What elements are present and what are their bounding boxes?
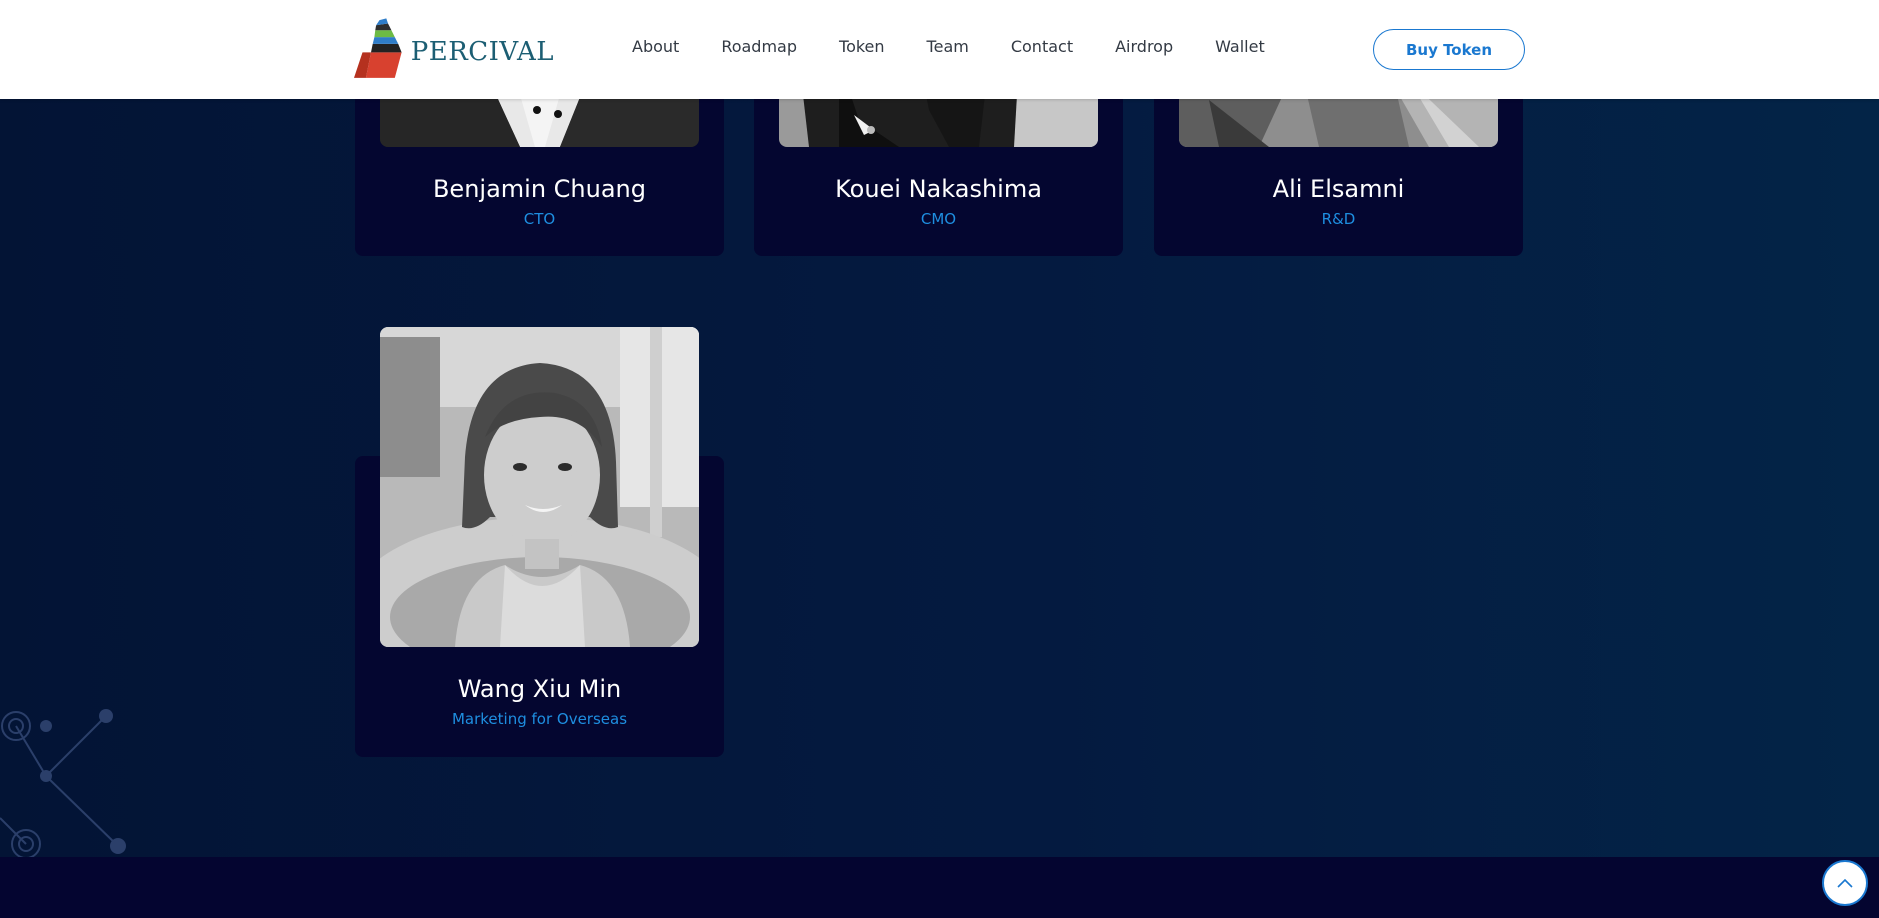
member-role: CTO <box>523 210 556 228</box>
member-name: Benjamin Chuang <box>432 175 647 203</box>
member-photo <box>380 327 699 647</box>
site-header: PERCIVAL About Roadmap Token Team Contac… <box>0 0 1879 99</box>
percival-logo-icon <box>354 18 402 78</box>
footer-band <box>0 857 1879 918</box>
network-decoration <box>0 709 126 859</box>
member-role: R&D <box>1321 210 1356 228</box>
scroll-top-button[interactable] <box>1822 860 1868 906</box>
member-name: Kouei Nakashima <box>835 175 1042 203</box>
brand-logo[interactable]: PERCIVAL <box>354 13 554 85</box>
nav-about[interactable]: About <box>632 37 679 56</box>
buy-token-button[interactable]: Buy Token <box>1373 29 1525 70</box>
member-name: Wang Xiu Min <box>457 675 622 703</box>
member-role: CMO <box>920 210 957 228</box>
nav-roadmap[interactable]: Roadmap <box>721 37 797 56</box>
nav-wallet[interactable]: Wallet <box>1215 37 1265 56</box>
chevron-up-icon <box>1837 878 1853 888</box>
main-nav: About Roadmap Token Team Contact Airdrop… <box>632 37 1307 56</box>
nav-token[interactable]: Token <box>839 37 885 56</box>
member-name: Ali Elsamni <box>1272 175 1405 203</box>
nav-airdrop[interactable]: Airdrop <box>1115 37 1173 56</box>
member-role: Marketing for Overseas <box>451 710 628 728</box>
nav-team[interactable]: Team <box>927 37 969 56</box>
nav-contact[interactable]: Contact <box>1011 37 1073 56</box>
brand-name: PERCIVAL <box>410 37 554 67</box>
